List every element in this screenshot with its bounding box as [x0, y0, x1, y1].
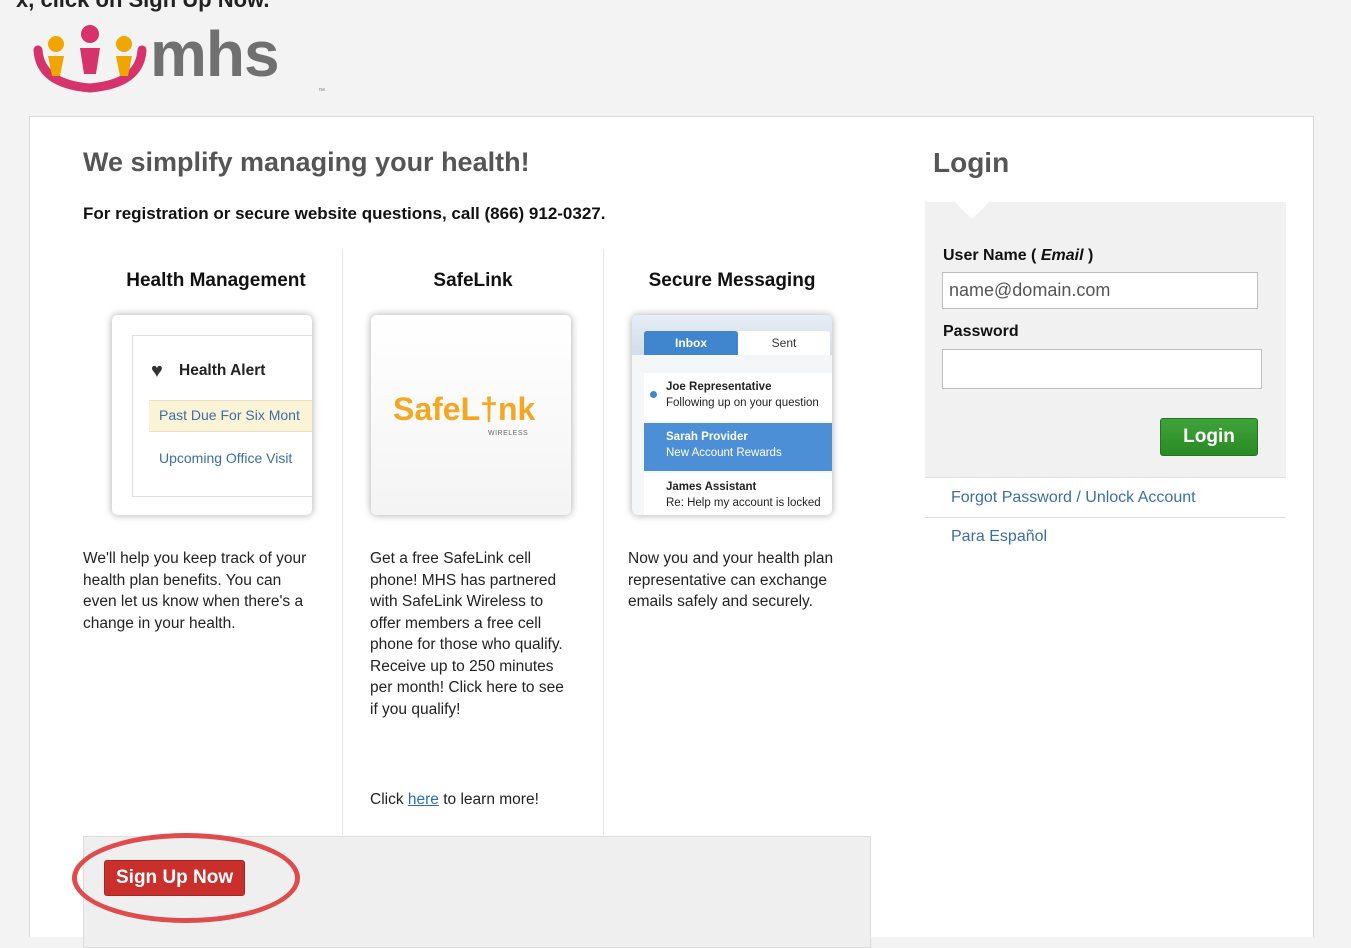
login-title: Login: [933, 147, 1010, 178]
message-sender: Sarah Provider: [666, 431, 748, 443]
message-row: James Assistant Re: Help my account is lo…: [644, 473, 832, 515]
feature-secure-messaging: Secure Messaging Inbox Sent Joe Represen…: [602, 249, 862, 663]
main-panel: We simplify managing your health! For re…: [29, 116, 1314, 948]
health-alert-item-text: Upcoming Office Visit: [159, 450, 293, 466]
safelink-logo-card[interactable]: SafeL†nk WIRELESS: [371, 315, 571, 515]
username-label: User Name ( Email ): [943, 247, 1094, 264]
message-row-selected: Sarah Provider New Account Rewards: [644, 423, 832, 471]
health-alert-title: Health Alert: [179, 362, 266, 379]
health-alert-item: Past Due For Six Mont: [149, 400, 312, 432]
username-label-hint: Email: [1040, 247, 1084, 264]
signup-bar: Sign Up Now: [72, 833, 871, 948]
learn-more-suffix: to learn more!: [443, 791, 539, 808]
sign-up-now-button[interactable]: Sign Up Now: [104, 860, 246, 896]
forgot-password-link[interactable]: Forgot Password / Unlock Account: [925, 477, 1286, 518]
unread-dot-icon: [650, 391, 657, 398]
health-alert-card[interactable]: ♥ Health Alert Past Due For Six Mont Upc…: [112, 315, 312, 515]
tab-sent: Sent: [738, 331, 830, 355]
secure-messaging-card[interactable]: Inbox Sent Joe Representative Following u…: [632, 315, 832, 515]
password-input[interactable]: [942, 349, 1262, 389]
login-box-notch: [955, 202, 989, 219]
login-button[interactable]: Login: [1160, 418, 1258, 456]
spanish-language-link[interactable]: Para Español: [925, 528, 1286, 546]
feature-health-management: Health Management ♥ Health Alert Past Du…: [83, 249, 342, 835]
safelink-logo-subtext: WIRELESS: [488, 430, 529, 437]
login-form: User Name ( Email ) Password Login: [925, 202, 1286, 477]
password-label: Password: [943, 323, 1019, 340]
username-label-text: User Name: [943, 247, 1027, 264]
instruction-text-cut-off: x, click on Sign Up Now.: [16, 0, 269, 13]
feature-description: We'll help you keep track of your health…: [83, 550, 307, 632]
message-subject: Following up on your question: [666, 397, 819, 409]
mhs-logo[interactable]: mhs: [30, 14, 280, 94]
trademark-symbol: ™: [318, 88, 325, 95]
message-sender: James Assistant: [666, 481, 757, 493]
heart-icon: ♥: [151, 360, 163, 382]
feature-title: Health Management: [126, 270, 306, 291]
feature-safelink: SafeLink SafeL†nk WIRELESS Get a free Sa…: [342, 249, 604, 835]
message-sender: Joe Representative: [666, 381, 772, 393]
logo-wordmark: mhs: [150, 18, 280, 90]
feature-title: SafeLink: [433, 270, 513, 291]
username-input[interactable]: [942, 272, 1258, 309]
learn-more-link[interactable]: here: [408, 791, 439, 808]
feature-description: Get a free SafeLink cell phone! MHS has …: [370, 550, 564, 718]
message-row: Joe Representative Following up on your q…: [644, 373, 832, 421]
health-alert-item-text: Past Due For Six Mont: [159, 407, 300, 423]
learn-more-line: Click here to learn more!: [370, 789, 590, 811]
family-logo-icon: [33, 25, 147, 93]
message-subject: New Account Rewards: [666, 447, 782, 459]
health-alert-panel: ♥ Health Alert Past Due For Six Mont Upc…: [132, 335, 312, 497]
safelink-logo-text: SafeL†nk: [393, 391, 536, 427]
tab-inbox: Inbox: [644, 331, 738, 355]
message-subject: Re: Help my account is locked: [666, 497, 821, 509]
page-headline: We simplify managing your health!: [83, 147, 530, 177]
feature-description: Now you and your health plan representat…: [628, 550, 834, 610]
feature-title: Secure Messaging: [648, 270, 816, 291]
learn-more-prefix: Click: [370, 791, 404, 808]
support-phone-line: For registration or secure website quest…: [83, 204, 606, 223]
